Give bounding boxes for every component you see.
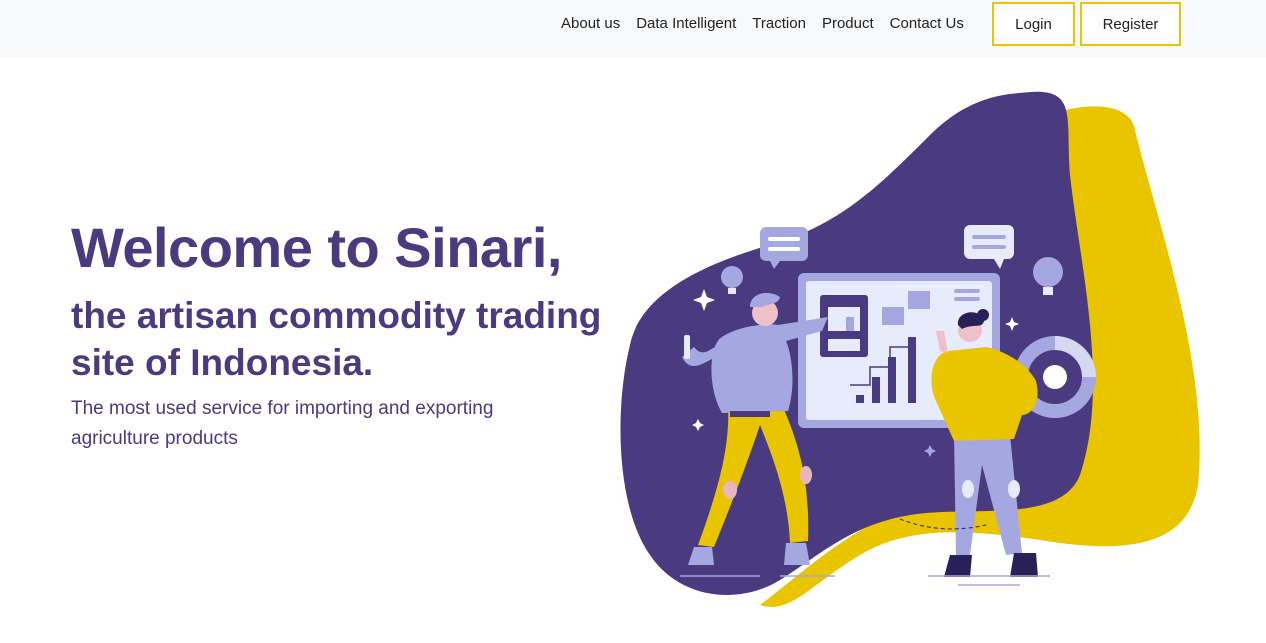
hero-illustration — [620, 91, 1200, 607]
hero-section: Welcome to Sinari, the artisan commodity… — [71, 212, 611, 454]
hero-title: Welcome to Sinari, — [71, 216, 562, 279]
hero-subtitle: the artisan commodity trading site of In… — [71, 295, 602, 383]
nav-about-us[interactable]: About us — [553, 15, 628, 32]
nav-contact-us[interactable]: Contact Us — [882, 15, 972, 32]
nav-product[interactable]: Product — [814, 15, 882, 32]
login-button[interactable]: Login — [992, 2, 1075, 46]
register-button[interactable]: Register — [1080, 2, 1181, 46]
hero-description: The most used service for importing and … — [71, 398, 494, 449]
navbar: About us Data Intelligent Traction Produ… — [0, 0, 1266, 58]
nav-links: About us Data Intelligent Traction Produ… — [553, 0, 972, 46]
nav-data-intelligent[interactable]: Data Intelligent — [628, 15, 744, 32]
nav-traction[interactable]: Traction — [744, 15, 814, 32]
